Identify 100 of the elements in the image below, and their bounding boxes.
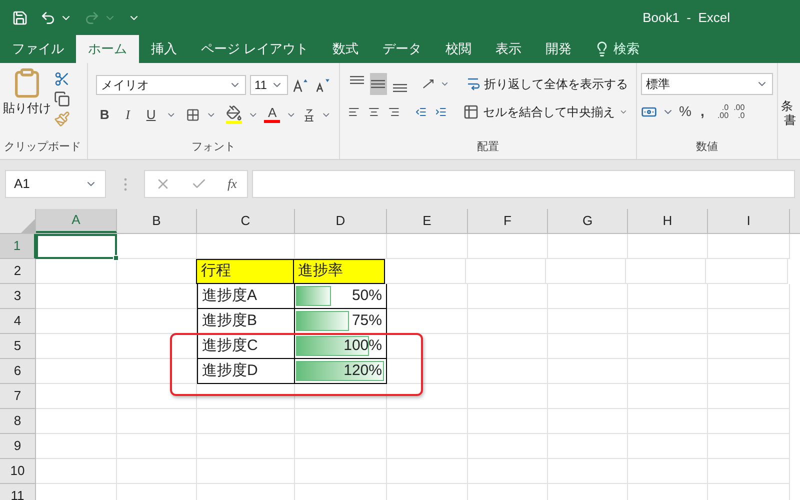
empty-cell[interactable] bbox=[387, 284, 468, 309]
ribbon-tab[interactable]: ページ レイアウト bbox=[189, 35, 321, 63]
shrink-font-icon[interactable] bbox=[314, 77, 331, 93]
empty-cell[interactable] bbox=[295, 409, 387, 434]
tell-me-button[interactable]: 検索 bbox=[584, 35, 650, 63]
empty-cell[interactable] bbox=[628, 384, 708, 409]
empty-cell[interactable] bbox=[117, 234, 197, 259]
empty-cell[interactable] bbox=[628, 434, 708, 459]
row-header[interactable]: 7 bbox=[0, 384, 36, 409]
column-header[interactable]: I bbox=[708, 209, 790, 233]
empty-cell[interactable] bbox=[628, 409, 708, 434]
name-box[interactable]: A1 bbox=[5, 170, 106, 198]
undo-icon[interactable] bbox=[40, 10, 56, 26]
empty-cell[interactable] bbox=[387, 384, 468, 409]
column-header[interactable]: A bbox=[36, 209, 117, 233]
scissors-icon[interactable] bbox=[54, 71, 70, 87]
empty-cell[interactable] bbox=[548, 459, 628, 484]
column-header[interactable]: G bbox=[548, 209, 628, 233]
empty-cell[interactable] bbox=[468, 309, 548, 334]
empty-cell[interactable] bbox=[117, 284, 197, 309]
column-header[interactable]: B bbox=[117, 209, 197, 233]
empty-cell[interactable] bbox=[708, 284, 790, 309]
column-header[interactable]: E bbox=[387, 209, 468, 233]
ribbon-tab[interactable]: 数式 bbox=[320, 35, 371, 63]
row-header[interactable]: 5 bbox=[0, 334, 36, 359]
font-name-field[interactable]: メイリオ bbox=[96, 75, 246, 95]
empty-cell[interactable] bbox=[548, 384, 628, 409]
empty-cell[interactable] bbox=[708, 309, 790, 334]
row-header[interactable]: 1 bbox=[0, 234, 36, 259]
grip-icon[interactable] bbox=[124, 178, 126, 190]
fill-color-icon[interactable] bbox=[226, 105, 242, 124]
wrap-text-button[interactable]: 折り返して全体を表示する bbox=[466, 75, 628, 93]
empty-cell[interactable] bbox=[548, 409, 628, 434]
italic-button[interactable]: I bbox=[119, 105, 136, 124]
row-header[interactable]: 9 bbox=[0, 434, 36, 459]
empty-cell[interactable] bbox=[295, 384, 387, 409]
empty-cell[interactable] bbox=[117, 434, 197, 459]
empty-cell[interactable] bbox=[117, 459, 197, 484]
ribbon-tab[interactable]: 開発 bbox=[534, 35, 584, 63]
row-header[interactable]: 4 bbox=[0, 309, 36, 334]
column-header[interactable]: C bbox=[197, 209, 295, 233]
column-header[interactable]: H bbox=[628, 209, 708, 233]
empty-cell[interactable] bbox=[468, 384, 548, 409]
empty-cell[interactable] bbox=[628, 309, 708, 334]
empty-cell[interactable] bbox=[628, 234, 708, 259]
insert-function-button[interactable]: fx bbox=[228, 174, 237, 194]
empty-cell[interactable] bbox=[387, 434, 468, 459]
save-icon[interactable] bbox=[12, 10, 28, 26]
selected-cell[interactable] bbox=[36, 234, 117, 259]
ribbon-tab[interactable]: ホーム bbox=[76, 35, 139, 63]
grow-font-icon[interactable] bbox=[292, 77, 310, 93]
redo-icon[interactable] bbox=[84, 10, 100, 26]
empty-cell[interactable] bbox=[468, 359, 548, 384]
empty-cell[interactable] bbox=[468, 409, 548, 434]
font-color-button[interactable]: A bbox=[264, 106, 280, 124]
copy-icon[interactable] bbox=[54, 91, 70, 107]
empty-cell[interactable] bbox=[197, 409, 295, 434]
empty-cell[interactable] bbox=[708, 384, 790, 409]
phonetic-icon[interactable] bbox=[302, 106, 315, 123]
row-header[interactable]: 11 bbox=[0, 484, 36, 500]
empty-cell[interactable] bbox=[628, 359, 708, 384]
empty-cell[interactable] bbox=[628, 334, 708, 359]
empty-cell[interactable] bbox=[548, 309, 628, 334]
empty-cell[interactable] bbox=[295, 434, 387, 459]
empty-cell[interactable] bbox=[548, 334, 628, 359]
row-header[interactable]: 8 bbox=[0, 409, 36, 434]
bold-button[interactable]: B bbox=[96, 105, 114, 124]
empty-cell[interactable] bbox=[387, 334, 468, 359]
empty-cell[interactable] bbox=[468, 234, 548, 259]
paste-button[interactable]: 貼り付け bbox=[4, 67, 50, 138]
empty-cell[interactable] bbox=[117, 409, 197, 434]
row-header[interactable]: 6 bbox=[0, 359, 36, 384]
empty-cell[interactable] bbox=[117, 309, 197, 334]
decrease-decimal-button[interactable]: .00 .0 bbox=[734, 104, 745, 120]
empty-cell[interactable] bbox=[387, 234, 468, 259]
empty-cell[interactable] bbox=[548, 434, 628, 459]
column-header[interactable]: F bbox=[468, 209, 548, 233]
merge-center-button[interactable]: セルを結合して中央揃え bbox=[463, 103, 616, 121]
empty-cell[interactable] bbox=[468, 459, 548, 484]
row-header[interactable]: 3 bbox=[0, 284, 36, 309]
empty-cell[interactable] bbox=[197, 459, 295, 484]
empty-cell[interactable] bbox=[706, 259, 788, 284]
empty-cell[interactable] bbox=[197, 434, 295, 459]
empty-cell[interactable] bbox=[387, 359, 468, 384]
empty-cell[interactable] bbox=[387, 409, 468, 434]
empty-cell[interactable] bbox=[548, 234, 628, 259]
empty-cell[interactable] bbox=[708, 434, 790, 459]
empty-cell[interactable] bbox=[548, 284, 628, 309]
increase-decimal-button[interactable]: .0 .00 bbox=[717, 104, 729, 120]
empty-cell[interactable] bbox=[708, 234, 790, 259]
row-header[interactable]: 2 bbox=[0, 259, 36, 284]
vertical-align-button[interactable] bbox=[370, 73, 388, 95]
empty-cell[interactable] bbox=[466, 259, 546, 284]
empty-cell[interactable] bbox=[628, 284, 708, 309]
percent-button[interactable]: % bbox=[679, 101, 692, 122]
number-format-field[interactable]: 標準 bbox=[641, 73, 773, 95]
empty-cell[interactable] bbox=[546, 259, 626, 284]
empty-cell[interactable] bbox=[708, 359, 790, 384]
conditional-format-label[interactable]: 条 bbox=[781, 99, 793, 113]
empty-cell[interactable] bbox=[387, 459, 468, 484]
